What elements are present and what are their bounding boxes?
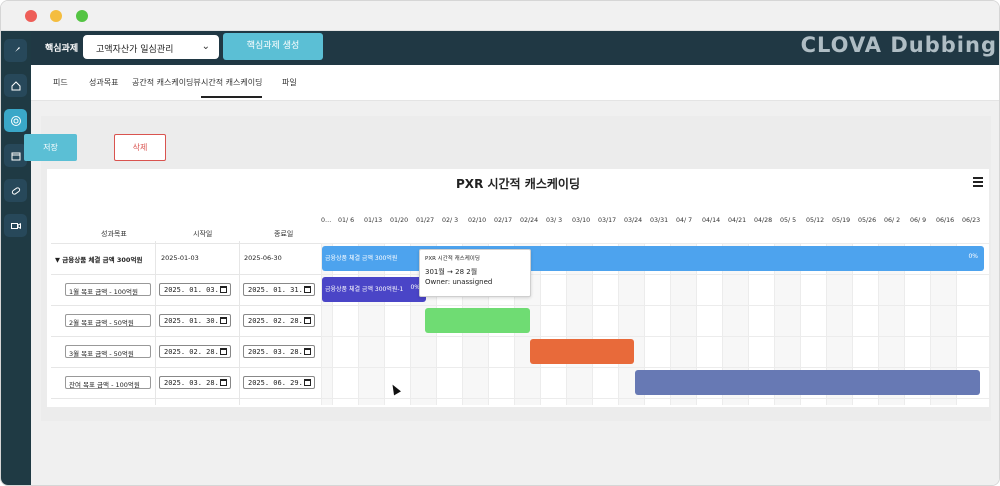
calendar-icon xyxy=(220,379,227,386)
end-date-input[interactable]: 2025. 02. 28. xyxy=(243,314,315,327)
gantt-grid: 성과목표 시작일 종료일 ▼ 금융상품 체결 금액 300억원 2025-01-… xyxy=(51,189,321,405)
gantt-bar[interactable] xyxy=(530,339,634,364)
gantt-tooltip: PXR 시간적 캐스케이딩 301월 → 28 2월 Owner: unassi… xyxy=(419,249,531,297)
watermark: CLOVA Dubbing xyxy=(800,33,997,57)
gantt-bar[interactable]: 금융상품 체결 금액 300억원-1 0% xyxy=(322,277,426,302)
chevron-down-icon: ⌄ xyxy=(201,41,210,52)
row-end: 2025-06-30 xyxy=(244,254,282,262)
target-icon[interactable] xyxy=(4,109,27,132)
maximize-window-button[interactable] xyxy=(76,10,88,22)
start-header: 시작일 xyxy=(193,230,213,238)
calendar-icon xyxy=(304,379,311,386)
timeline-tick-label: 05/12 xyxy=(806,217,825,224)
pill-icon[interactable] xyxy=(4,179,27,202)
row-name-input[interactable]: 1월 목표 금액 - 100억원 xyxy=(65,283,151,296)
tab-temporal-cascading[interactable]: 시간적 캐스케이딩 xyxy=(201,77,263,98)
end-date-input[interactable]: 2025. 06. 29. xyxy=(243,376,315,389)
timeline-tick-label: 02/17 xyxy=(494,217,513,224)
calendar-icon xyxy=(304,286,311,293)
top-bar: 핵심과제 고액자산가 일심관리 ⌄ 핵심과제 생성 CLOVA Dubbing xyxy=(31,31,999,65)
gantt-timeline: 0… 01/ 6 01/13 01/20 01/27 02/ 3 02/10 02/17 02/… xyxy=(321,189,989,405)
create-project-button[interactable]: 핵심과제 생성 xyxy=(223,33,323,60)
sidebar xyxy=(1,31,31,485)
row-name-input[interactable]: 2월 목표 금액 - 50억원 xyxy=(65,314,151,327)
tooltip-title: PXR 시간적 캐스케이딩 xyxy=(425,256,480,262)
timeline-tick-label: 03/17 xyxy=(598,217,617,224)
row-name-input[interactable]: 3월 목표 금액 - 50억원 xyxy=(65,345,151,358)
end-date-input[interactable]: 2025. 01. 31. xyxy=(243,283,315,296)
row-name: ▼ 금융상품 체결 금액 300억원 xyxy=(55,256,143,264)
window-titlebar xyxy=(1,1,999,31)
project-select[interactable]: 고액자산가 일심관리 ⌄ xyxy=(83,35,219,59)
timeline-tick-label: 05/26 xyxy=(858,217,877,224)
end-header: 종료일 xyxy=(274,230,294,238)
timeline-tick-label: 05/ 5 xyxy=(780,217,797,224)
save-button[interactable]: 저장 xyxy=(24,134,77,161)
timeline-tick-label: 03/31 xyxy=(650,217,669,224)
calendar-icon xyxy=(220,317,227,324)
tab-bar: 피드 성과목표 공간적 캐스케이딩뷰 시간적 캐스케이딩 파일 xyxy=(31,65,999,101)
rocket-icon[interactable] xyxy=(4,39,27,62)
timeline-tick-label: 03/ 3 xyxy=(546,217,563,224)
timeline-tick-label: 03/10 xyxy=(572,217,591,224)
tab-feed[interactable]: 피드 xyxy=(53,77,68,88)
minimize-window-button[interactable] xyxy=(50,10,62,22)
timeline-tick-label: 02/24 xyxy=(520,217,539,224)
timeline-tick-label: 04/ 7 xyxy=(676,217,693,224)
gantt-bar[interactable] xyxy=(425,308,530,333)
timeline-tick-label: 04/28 xyxy=(754,217,773,224)
gantt-bar-percent: 0% xyxy=(968,253,978,260)
timeline-tick-label: 06/16 xyxy=(936,217,955,224)
timeline-tick-label: 01/20 xyxy=(390,217,409,224)
start-date-input[interactable]: 2025. 03. 28. xyxy=(159,376,231,389)
row-name-input[interactable]: 잔여 목표 금액 - 100억원 xyxy=(65,376,151,389)
gantt-bar[interactable] xyxy=(635,370,980,395)
delete-button[interactable]: 삭제 xyxy=(114,134,166,161)
app-window: 핵심과제 고액자산가 일심관리 ⌄ 핵심과제 생성 CLOVA Dubbing … xyxy=(0,0,1000,486)
menu-icon[interactable] xyxy=(973,177,983,187)
timeline-tick-label: 03/24 xyxy=(624,217,643,224)
timeline-tick-label: 06/23 xyxy=(962,217,981,224)
calendar-icon xyxy=(304,348,311,355)
project-select-value: 고액자산가 일심관리 xyxy=(96,45,174,55)
calendar-icon xyxy=(220,348,227,355)
tooltip-dates: 301월 → 28 2월 xyxy=(425,268,478,276)
home-icon[interactable] xyxy=(4,74,27,97)
goal-header: 성과목표 xyxy=(101,230,127,238)
timeline-tick-label: 0… xyxy=(321,217,332,224)
start-date-input[interactable]: 2025. 01. 03. xyxy=(159,283,231,296)
gantt-bar-label: 금융상품 체결 금액 300억원 xyxy=(325,255,398,262)
timeline-tick-label: 01/27 xyxy=(416,217,435,224)
timeline-tick-label: 01/13 xyxy=(364,217,383,224)
timeline-tick-label: 02/10 xyxy=(468,217,487,224)
brand-label: 핵심과제 xyxy=(45,44,79,54)
close-window-button[interactable] xyxy=(25,10,37,22)
video-icon[interactable] xyxy=(4,214,27,237)
end-date-input[interactable]: 2025. 03. 28. xyxy=(243,345,315,358)
tooltip-owner: Owner: unassigned xyxy=(425,278,493,286)
timeline-tick-label: 05/19 xyxy=(832,217,851,224)
tab-files[interactable]: 파일 xyxy=(282,77,297,88)
timeline-tick-label: 06/ 2 xyxy=(884,217,901,224)
timeline-tick-label: 02/ 3 xyxy=(442,217,459,224)
timeline-tick-label: 01/ 6 xyxy=(338,217,355,224)
gantt-bar-label: 금융상품 체결 금액 300억원-1 xyxy=(325,286,404,293)
timeline-tick-label: 04/14 xyxy=(702,217,721,224)
start-date-input[interactable]: 2025. 02. 28. xyxy=(159,345,231,358)
timeline-tick-label: 04/21 xyxy=(728,217,747,224)
calendar-icon xyxy=(304,317,311,324)
tab-goals[interactable]: 성과목표 xyxy=(89,77,118,88)
timeline-tick-label: 06/ 9 xyxy=(910,217,927,224)
row-start: 2025-01-03 xyxy=(161,254,199,262)
tab-spatial-cascading[interactable]: 공간적 캐스케이딩뷰 xyxy=(132,77,201,88)
start-date-input[interactable]: 2025. 01. 30. xyxy=(159,314,231,327)
calendar-icon xyxy=(220,286,227,293)
